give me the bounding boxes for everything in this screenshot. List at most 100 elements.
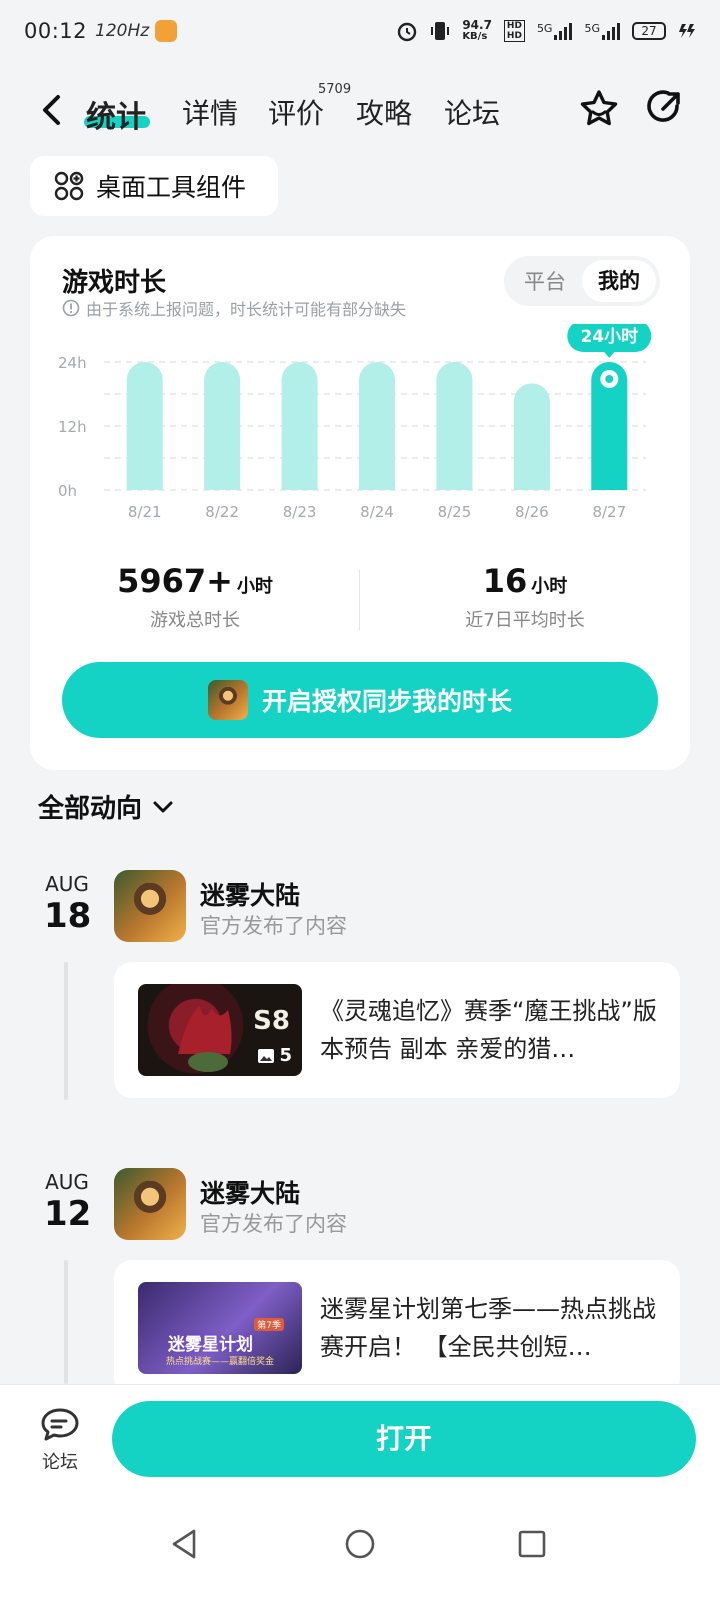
post-card[interactable]: 第7季 迷雾星计划 热点挑战赛——赢翻倍奖金 迷雾星计划第七季——热点挑战赛开启…	[114, 1260, 680, 1396]
platform-toggle[interactable]: 平台 我的	[504, 256, 660, 306]
y-axis-tick-label: 24h	[58, 354, 87, 372]
feed-action: 官方发布了内容	[200, 914, 347, 938]
timeline-line	[64, 962, 68, 1100]
y-axis-tick-label: 12h	[58, 418, 87, 436]
game-icon	[207, 680, 248, 720]
game-avatar[interactable]	[114, 1168, 186, 1240]
tab-forum[interactable]: 论坛	[444, 92, 500, 132]
feed-date: AUG 18	[44, 872, 92, 936]
net-speed: 94.7 KB/s	[462, 18, 492, 42]
tab-details[interactable]: 详情	[182, 92, 238, 132]
thumbnail-title: 迷雾星计划	[168, 1335, 253, 1355]
thumbnail-subtitle: 热点挑战赛——赢翻倍奖金	[166, 1357, 275, 1367]
tab-navigation: 统计 详情 评价 5709 攻略 论坛	[0, 78, 720, 144]
chart-bar	[204, 362, 241, 490]
chart-bar	[513, 383, 550, 490]
cellular-signal-1-icon: 5G	[537, 22, 573, 40]
nav-back-icon[interactable]	[170, 1528, 200, 1560]
tab-stats[interactable]: 统计	[86, 92, 146, 136]
feed-month: AUG	[45, 872, 89, 896]
playtime-stats: 5967+ 小时 游戏总时长 16 小时 近7日平均时长	[30, 562, 690, 636]
system-navigation-bar	[0, 1504, 720, 1600]
image-icon	[258, 1048, 275, 1063]
total-playtime-label: 游戏总时长	[150, 610, 240, 631]
chevron-down-icon	[153, 801, 173, 812]
hd-icon: HD HD	[503, 20, 525, 42]
highlight-tooltip-label: 24小时	[580, 327, 638, 347]
widget-grid-icon	[54, 171, 84, 201]
section-title: 全部动向	[38, 794, 143, 824]
game-avatar[interactable]	[114, 870, 186, 942]
avg-playtime-value: 16	[482, 562, 528, 600]
x-axis-tick-label: 8/26	[515, 503, 549, 521]
avg-playtime-label: 近7日平均时长	[465, 610, 585, 631]
playtime-note-text: 由于系统上报问题，时长统计可能有部分缺失	[86, 300, 407, 319]
season-badge: S8	[253, 1006, 290, 1036]
playtime-title: 游戏时长	[62, 268, 167, 298]
status-time: 00:12	[24, 19, 88, 43]
post-card[interactable]: S8 5 《灵魂追忆》赛季“魔王挑战”版本预告 副本 亲爱的猎…	[114, 962, 680, 1098]
highlight-tooltip-pointer	[603, 351, 616, 358]
forum-shortcut[interactable]: 论坛	[40, 1407, 80, 1474]
favorite-star-icon[interactable]	[578, 88, 620, 130]
chart-bar	[436, 362, 473, 490]
feed-action: 官方发布了内容	[200, 1212, 347, 1236]
post-thumbnail: S8 5	[138, 984, 302, 1076]
thumbnail-badge: 第7季	[254, 1318, 284, 1331]
feed-author[interactable]: 迷雾大陆	[200, 876, 300, 912]
playtime-card: 游戏时长 由于系统上报问题，时长统计可能有部分缺失 平台 我的 0h 12h 24h…	[30, 236, 690, 770]
toggle-mine[interactable]: 我的	[582, 260, 656, 302]
toggle-platform[interactable]: 平台	[508, 266, 582, 296]
x-axis-tick-label: 8/22	[205, 503, 239, 521]
nav-recents-icon[interactable]	[518, 1530, 546, 1558]
review-count: 5709	[318, 82, 352, 97]
x-axis-tick-label: 8/23	[283, 503, 317, 521]
alarm-icon	[398, 22, 417, 42]
post-thumbnail: 第7季 迷雾星计划 热点挑战赛——赢翻倍奖金	[138, 1282, 302, 1374]
feed-author[interactable]: 迷雾大陆	[200, 1174, 300, 1210]
sync-playtime-button[interactable]: 开启授权同步我的时长	[62, 662, 658, 738]
open-game-button[interactable]: 打开	[112, 1401, 696, 1477]
app-notification-icon	[155, 20, 178, 42]
total-playtime-stat: 5967+ 小时 游戏总时长	[30, 562, 360, 632]
tab-reviews[interactable]: 评价	[268, 92, 324, 132]
image-count: 5	[257, 1045, 292, 1066]
info-icon	[62, 299, 80, 317]
total-playtime-unit: 小时	[236, 576, 273, 597]
post-text: 迷雾星计划第七季——热点挑战赛开启！ 【全民共创短…	[320, 1295, 656, 1361]
avg-playtime-unit: 小时	[531, 576, 568, 597]
playtime-chart: 0h 12h 24h 8/21 8/22 8/23 8/24 8/25 8/26 8/27 24小时	[58, 324, 652, 521]
nav-home-icon[interactable]	[344, 1528, 376, 1560]
sync-button-label: 开启授权同步我的时长	[261, 687, 512, 716]
highlight-marker-dot	[605, 375, 614, 383]
avg-playtime-stat: 16 小时 近7日平均时长	[360, 562, 690, 632]
chart-bar	[281, 362, 318, 490]
forum-label: 论坛	[42, 1452, 78, 1473]
vibrate-icon	[431, 22, 450, 40]
y-axis-tick-label: 0h	[58, 482, 77, 500]
status-bar: 00:12 120Hz 94.7 KB/s HD HD 5G 5G 27	[0, 0, 720, 62]
chart-bar	[126, 362, 163, 490]
total-playtime-value: 5967+	[117, 562, 233, 600]
back-arrow-icon[interactable]	[40, 94, 62, 126]
x-axis-tick-label: 8/24	[360, 503, 394, 521]
feed-month: AUG	[45, 1170, 89, 1194]
feed-date: AUG 12	[44, 1170, 92, 1234]
forum-chat-icon	[41, 1408, 79, 1441]
feed-day: 18	[44, 896, 92, 936]
bottom-action-bar: 论坛 打开	[0, 1384, 720, 1504]
refresh-rate: 120Hz	[95, 21, 150, 41]
feed-day: 12	[44, 1194, 92, 1234]
share-icon[interactable]	[644, 88, 684, 128]
charging-icon	[679, 24, 695, 38]
all-updates-dropdown[interactable]: 全部动向	[38, 788, 174, 825]
x-axis-tick-label: 8/27	[592, 503, 626, 521]
timeline-line	[64, 1260, 68, 1384]
x-axis-tick-label: 8/25	[438, 503, 472, 521]
post-text: 《灵魂追忆》赛季“魔王挑战”版本预告 副本 亲爱的猎…	[320, 997, 657, 1063]
widget-button-label: 桌面工具组件	[96, 173, 247, 202]
desktop-widget-button[interactable]: 桌面工具组件	[30, 156, 278, 216]
cellular-signal-2-icon: 5G	[584, 22, 620, 40]
tab-guides[interactable]: 攻略	[356, 92, 412, 132]
chart-bar	[359, 362, 395, 490]
